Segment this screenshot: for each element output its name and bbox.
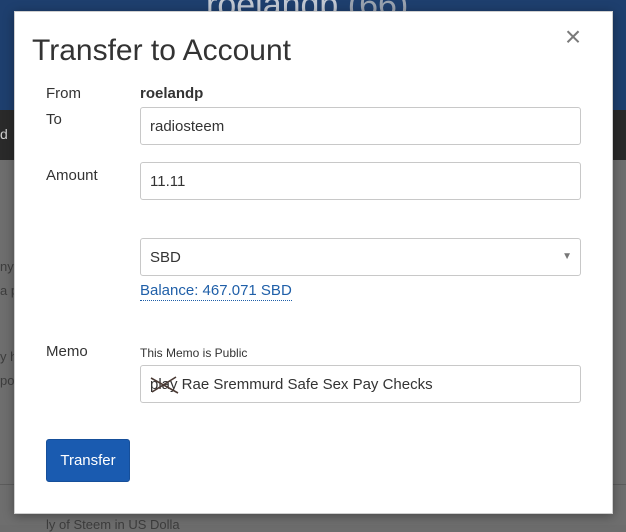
balance-link[interactable]: Balance: 467.071 SBD	[140, 282, 292, 301]
amount-label: Amount	[46, 167, 98, 184]
memo-field-wrapper	[140, 365, 581, 403]
asset-select-value: SBD	[150, 249, 181, 266]
transfer-button[interactable]: Transfer	[46, 439, 130, 482]
transfer-dialog: Transfer to Account × From roelandp To A…	[14, 11, 613, 514]
background-text-fragment: po	[0, 373, 15, 388]
memo-public-note: This Memo is Public	[140, 346, 248, 360]
background-nav-fragment: d	[0, 126, 8, 142]
close-icon[interactable]: ×	[562, 23, 584, 51]
from-account-value: roelandp	[140, 85, 204, 102]
asset-select[interactable]: SBD ▼	[140, 238, 581, 276]
background-text-fragment: ny	[0, 259, 14, 274]
amount-input[interactable]	[140, 162, 581, 200]
to-account-input[interactable]	[140, 107, 581, 145]
memo-label: Memo	[46, 343, 88, 360]
from-label: From	[46, 85, 81, 102]
dialog-title: Transfer to Account	[32, 34, 292, 67]
memo-input[interactable]	[140, 365, 581, 403]
chevron-down-icon: ▼	[562, 251, 572, 262]
to-label: To	[46, 111, 62, 128]
